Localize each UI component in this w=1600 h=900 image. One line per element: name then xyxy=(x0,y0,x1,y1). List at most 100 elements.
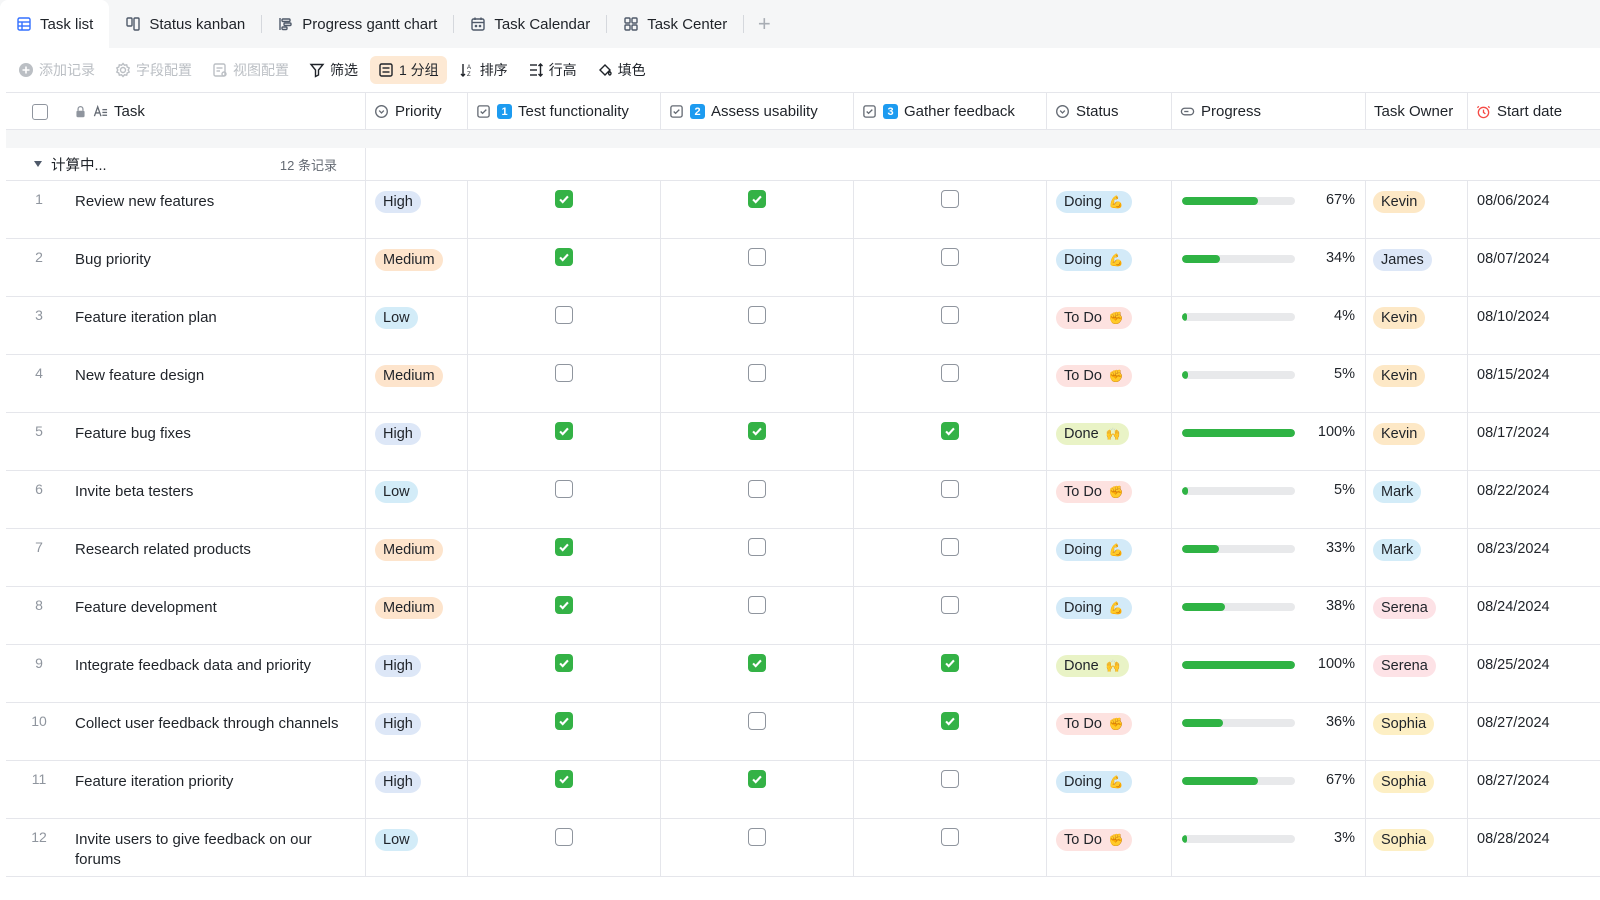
task-cell[interactable]: 10 Collect user feedback through channel… xyxy=(6,703,366,761)
task-cell[interactable]: 8 Feature development xyxy=(6,587,366,645)
start-date-cell[interactable]: 08/28/2024 xyxy=(1468,819,1600,877)
task-owner-cell[interactable]: Serena xyxy=(1366,645,1468,703)
checkbox-unchecked[interactable] xyxy=(748,538,766,556)
task-owner-cell[interactable]: Sophia xyxy=(1366,703,1468,761)
table-row[interactable]: 1 Review new features High Doing 💪 67% K… xyxy=(6,181,1600,239)
priority-cell[interactable]: High xyxy=(366,645,468,703)
task-owner-cell[interactable]: Serena xyxy=(1366,587,1468,645)
task-owner-cell[interactable]: James xyxy=(1366,239,1468,297)
task-owner-cell[interactable]: Kevin xyxy=(1366,297,1468,355)
priority-cell[interactable]: High xyxy=(366,413,468,471)
test-functionality-cell[interactable] xyxy=(468,529,661,587)
view-config-button[interactable]: 视图配置 xyxy=(204,56,297,84)
column-header-progress[interactable]: Progress xyxy=(1172,93,1366,130)
checkbox-checked[interactable] xyxy=(555,422,573,440)
test-functionality-cell[interactable] xyxy=(468,413,661,471)
checkbox-unchecked[interactable] xyxy=(748,480,766,498)
tab-progress-gantt[interactable]: Progress gantt chart xyxy=(262,0,453,48)
progress-cell[interactable]: 5% xyxy=(1172,471,1366,529)
checkbox-checked[interactable] xyxy=(748,654,766,672)
task-owner-cell[interactable]: Mark xyxy=(1366,471,1468,529)
column-header-task[interactable]: Task xyxy=(6,93,366,130)
table-row[interactable]: 2 Bug priority Medium Doing 💪 34% James xyxy=(6,239,1600,297)
assess-usability-cell[interactable] xyxy=(661,529,854,587)
progress-cell[interactable]: 38% xyxy=(1172,587,1366,645)
gather-feedback-cell[interactable] xyxy=(854,645,1047,703)
gather-feedback-cell[interactable] xyxy=(854,355,1047,413)
checkbox-checked[interactable] xyxy=(555,770,573,788)
priority-cell[interactable]: Medium xyxy=(366,587,468,645)
priority-cell[interactable]: Medium xyxy=(366,355,468,413)
test-functionality-cell[interactable] xyxy=(468,239,661,297)
progress-cell[interactable]: 100% xyxy=(1172,645,1366,703)
priority-cell[interactable]: High xyxy=(366,703,468,761)
assess-usability-cell[interactable] xyxy=(661,761,854,819)
checkbox-unchecked[interactable] xyxy=(941,190,959,208)
start-date-cell[interactable]: 08/06/2024 xyxy=(1468,181,1600,239)
filter-button[interactable]: 筛选 xyxy=(301,56,366,84)
checkbox-checked[interactable] xyxy=(941,422,959,440)
gather-feedback-cell[interactable] xyxy=(854,413,1047,471)
task-owner-cell[interactable]: Kevin xyxy=(1366,355,1468,413)
task-cell[interactable]: 5 Feature bug fixes xyxy=(6,413,366,471)
priority-cell[interactable]: Low xyxy=(366,819,468,877)
select-all-checkbox[interactable] xyxy=(32,103,48,120)
assess-usability-cell[interactable] xyxy=(661,819,854,877)
checkbox-unchecked[interactable] xyxy=(748,828,766,846)
table-row[interactable]: 7 Research related products Medium Doing… xyxy=(6,529,1600,587)
gather-feedback-cell[interactable] xyxy=(854,181,1047,239)
test-functionality-cell[interactable] xyxy=(468,645,661,703)
add-view-button[interactable]: + xyxy=(744,0,784,48)
status-cell[interactable]: Doing 💪 xyxy=(1047,529,1172,587)
column-header-gather-feedback[interactable]: 3 Gather feedback xyxy=(854,93,1047,130)
assess-usability-cell[interactable] xyxy=(661,181,854,239)
column-header-priority[interactable]: Priority xyxy=(366,93,468,130)
checkbox-checked[interactable] xyxy=(941,654,959,672)
progress-cell[interactable]: 67% xyxy=(1172,181,1366,239)
gather-feedback-cell[interactable] xyxy=(854,761,1047,819)
checkbox-unchecked[interactable] xyxy=(941,364,959,382)
tab-task-calendar[interactable]: Task Calendar xyxy=(454,0,606,48)
assess-usability-cell[interactable] xyxy=(661,703,854,761)
test-functionality-cell[interactable] xyxy=(468,297,661,355)
gather-feedback-cell[interactable] xyxy=(854,703,1047,761)
progress-cell[interactable]: 4% xyxy=(1172,297,1366,355)
gather-feedback-cell[interactable] xyxy=(854,819,1047,877)
start-date-cell[interactable]: 08/25/2024 xyxy=(1468,645,1600,703)
task-cell[interactable]: 3 Feature iteration plan xyxy=(6,297,366,355)
priority-cell[interactable]: Low xyxy=(366,297,468,355)
table-row[interactable]: 12 Invite users to give feedback on our … xyxy=(6,819,1600,877)
assess-usability-cell[interactable] xyxy=(661,239,854,297)
task-cell[interactable]: 1 Review new features xyxy=(6,181,366,239)
start-date-cell[interactable]: 08/07/2024 xyxy=(1468,239,1600,297)
checkbox-unchecked[interactable] xyxy=(555,480,573,498)
task-cell[interactable]: 4 New feature design xyxy=(6,355,366,413)
checkbox-checked[interactable] xyxy=(748,190,766,208)
task-owner-cell[interactable]: Kevin xyxy=(1366,181,1468,239)
test-functionality-cell[interactable] xyxy=(468,181,661,239)
status-cell[interactable]: Done 🙌 xyxy=(1047,645,1172,703)
table-row[interactable]: 10 Collect user feedback through channel… xyxy=(6,703,1600,761)
fill-color-button[interactable]: 填色 xyxy=(589,56,654,84)
column-header-assess-usability[interactable]: 2 Assess usability xyxy=(661,93,854,130)
group-header-row[interactable]: 计算中... 12 条记录 xyxy=(6,148,1600,181)
test-functionality-cell[interactable] xyxy=(468,703,661,761)
checkbox-unchecked[interactable] xyxy=(748,248,766,266)
task-owner-cell[interactable]: Kevin xyxy=(1366,413,1468,471)
start-date-cell[interactable]: 08/17/2024 xyxy=(1468,413,1600,471)
table-row[interactable]: 8 Feature development Medium Doing 💪 38%… xyxy=(6,587,1600,645)
test-functionality-cell[interactable] xyxy=(468,355,661,413)
test-functionality-cell[interactable] xyxy=(468,587,661,645)
status-cell[interactable]: Done 🙌 xyxy=(1047,413,1172,471)
checkbox-checked[interactable] xyxy=(941,712,959,730)
checkbox-checked[interactable] xyxy=(555,248,573,266)
task-cell[interactable]: 6 Invite beta testers xyxy=(6,471,366,529)
checkbox-checked[interactable] xyxy=(748,770,766,788)
test-functionality-cell[interactable] xyxy=(468,761,661,819)
assess-usability-cell[interactable] xyxy=(661,471,854,529)
progress-cell[interactable]: 34% xyxy=(1172,239,1366,297)
checkbox-checked[interactable] xyxy=(748,422,766,440)
gather-feedback-cell[interactable] xyxy=(854,239,1047,297)
priority-cell[interactable]: High xyxy=(366,181,468,239)
checkbox-unchecked[interactable] xyxy=(941,538,959,556)
